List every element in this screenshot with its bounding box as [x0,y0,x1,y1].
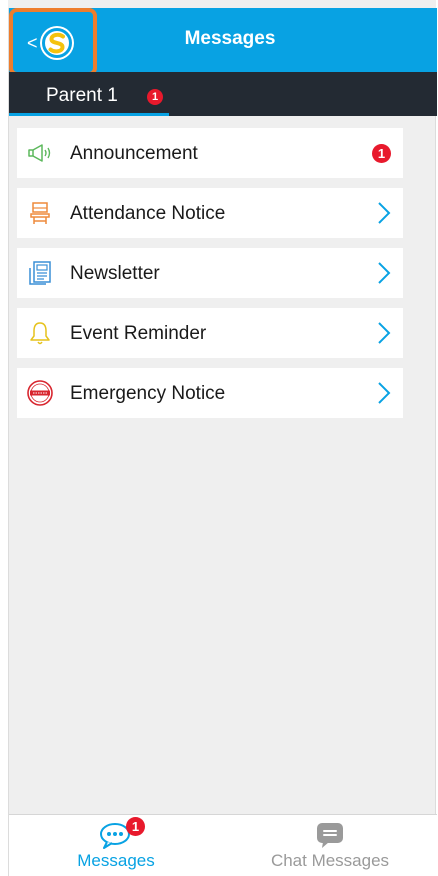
unread-badge: 1 [372,144,391,163]
chat-icon [317,823,343,848]
chair-icon [30,202,50,224]
tab-parent-1[interactable]: Parent 1 1 [9,72,169,116]
active-tab-indicator [9,113,169,116]
message-category-list: Announcement 1 Attendance Notice Newslet… [17,128,403,428]
list-item-event-reminder[interactable]: Event Reminder [17,308,403,358]
urgent-stamp-icon [27,380,53,406]
list-item-label: Newsletter [70,263,160,284]
list-item-label: Announcement [70,143,198,164]
chevron-right-icon [378,262,391,284]
chevron-right-icon [378,382,391,404]
list-item-label: Emergency Notice [70,383,226,404]
list-item-newsletter[interactable]: Newsletter [17,248,403,298]
list-item-label: Event Reminder [70,323,207,344]
list-item-attendance-notice[interactable]: Attendance Notice [17,188,403,238]
bottom-tab-label: Messages [77,851,155,870]
child-tab-bar: Parent 1 1 [9,72,437,116]
bottom-nav-bar: 1 Messages Chat Messages [9,814,437,876]
bottom-tab-messages[interactable]: 1 Messages [9,815,223,876]
tab-unread-badge: 1 [147,89,163,105]
bell-icon [30,322,50,345]
megaphone-icon [28,144,51,162]
list-item-emergency-notice[interactable]: Emergency Notice [17,368,403,418]
bottom-tab-label: Chat Messages [270,851,390,870]
chevron-right-icon [378,322,391,344]
chevron-right-icon [378,202,391,224]
newspaper-icon [29,261,51,285]
page-title: Messages [184,28,276,49]
bottom-unread-badge: 1 [126,817,145,836]
header-bar: < Messages [9,8,437,76]
tab-label: Parent 1 [46,85,118,106]
app-screen: < Messages Parent 1 1 Announcement 1 Att… [8,8,437,876]
bottom-tab-chat-messages[interactable]: Chat Messages [223,815,437,876]
list-item-announcement[interactable]: Announcement 1 [17,128,403,178]
list-item-label: Attendance Notice [70,203,226,224]
